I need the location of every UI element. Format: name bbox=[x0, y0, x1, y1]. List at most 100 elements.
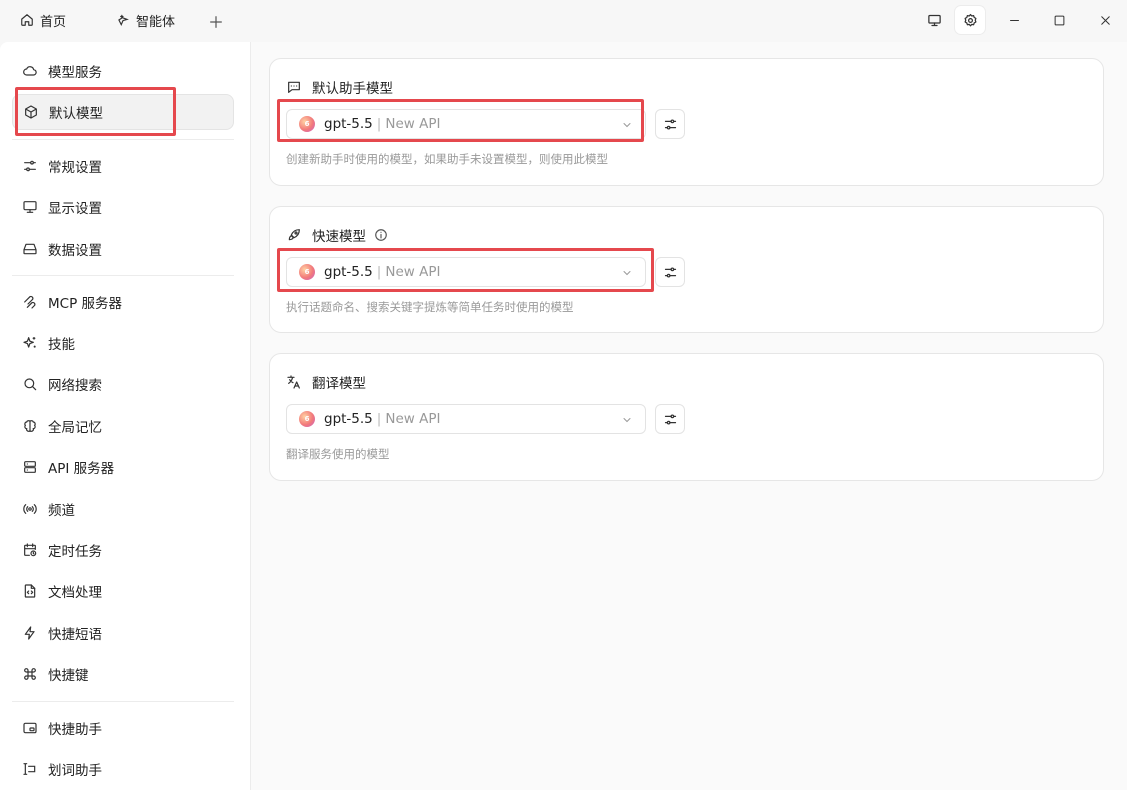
minimize-button[interactable] bbox=[999, 6, 1029, 34]
sidebar-item-label: 划词助手 bbox=[48, 763, 102, 779]
model-name: gpt-5.5 bbox=[324, 116, 373, 132]
sidebar-item-label: 数据设置 bbox=[48, 243, 102, 259]
model-settings-button[interactable] bbox=[655, 257, 685, 287]
sidebar-item-label: 显示设置 bbox=[48, 201, 102, 217]
sidebar-item-label: API 服务器 bbox=[48, 461, 115, 477]
card-hint: 创建新助手时使用的模型，如果助手未设置模型，则使用此模型 bbox=[286, 152, 608, 166]
model-select[interactable]: 6 gpt-5.5 | New API bbox=[286, 404, 646, 434]
card-title-label: 默认助手模型 bbox=[312, 81, 393, 97]
sidebar-divider bbox=[12, 275, 234, 276]
new-tab-button[interactable] bbox=[208, 10, 224, 34]
tab-agent-label: 智能体 bbox=[136, 14, 176, 30]
tab-agent[interactable]: 智能体 bbox=[116, 8, 175, 32]
sidebar-item-global-memory[interactable]: 全局记忆 bbox=[12, 408, 234, 444]
model-name: gpt-5.5 bbox=[324, 264, 373, 280]
sidebar-divider bbox=[12, 139, 234, 140]
settings-icon bbox=[964, 13, 976, 26]
settings-button[interactable] bbox=[955, 6, 985, 34]
sidebar-item-label: 定时任务 bbox=[48, 544, 102, 560]
sidebar-item-label: 默认模型 bbox=[49, 106, 103, 122]
maximize-icon bbox=[1054, 15, 1064, 25]
sidebar-item-label: 快捷助手 bbox=[48, 722, 102, 738]
card-title: 翻译模型 bbox=[286, 372, 366, 392]
model-provider: New API bbox=[385, 116, 441, 132]
chat-bubble-icon bbox=[288, 81, 300, 93]
tab-home[interactable]: 首页 bbox=[20, 8, 66, 32]
app-window-icon bbox=[23, 722, 37, 734]
tab-home-label: 首页 bbox=[40, 14, 67, 30]
maximize-button[interactable] bbox=[1044, 6, 1074, 34]
sidebar-item-data-settings[interactable]: 数据设置 bbox=[12, 231, 234, 267]
translate-model-card: 翻译模型 6 gpt-5.5 | New API 翻译服务使用的模型 bbox=[269, 353, 1104, 481]
sidebar-item-display-settings[interactable]: 显示设置 bbox=[12, 189, 234, 225]
plus-icon bbox=[210, 16, 222, 28]
text-select-icon bbox=[23, 763, 36, 775]
sidebar-item-default-model[interactable]: 默认模型 bbox=[12, 94, 234, 130]
sidebar-item-web-search[interactable]: 网络搜索 bbox=[12, 366, 234, 402]
model-separator: | bbox=[376, 116, 382, 132]
model-provider-logo-icon: 6 bbox=[299, 264, 315, 280]
sidebar-item-label: 频道 bbox=[48, 503, 75, 519]
minimize-icon bbox=[1009, 19, 1019, 21]
info-icon[interactable] bbox=[374, 228, 388, 242]
model-provider: New API bbox=[385, 411, 441, 427]
model-select[interactable]: 6 gpt-5.5 | New API bbox=[286, 109, 646, 139]
main-content: 默认助手模型 6 gpt-5.5 | New API 创建新助手时使用的模型，如… bbox=[251, 42, 1127, 790]
card-hint: 执行话题命名、搜索关键字提炼等简单任务时使用的模型 bbox=[286, 300, 574, 314]
chevron-down-icon bbox=[623, 418, 631, 423]
model-settings-button[interactable] bbox=[655, 109, 685, 139]
sidebar-item-api-server[interactable]: API 服务器 bbox=[12, 449, 234, 485]
sidebar-item-channels[interactable]: 频道 bbox=[12, 491, 234, 527]
command-icon bbox=[24, 668, 36, 680]
brain-icon bbox=[24, 420, 36, 432]
sidebar-item-label: 快捷短语 bbox=[48, 627, 102, 643]
card-title: 默认助手模型 bbox=[286, 77, 393, 97]
display-icon bbox=[23, 201, 37, 213]
hard-drive-icon bbox=[23, 243, 37, 255]
sidebar-item-label: 快捷键 bbox=[48, 668, 89, 684]
sidebar-item-label: 常规设置 bbox=[48, 160, 102, 176]
sidebar-item-label: MCP 服务器 bbox=[48, 296, 123, 312]
chevron-down-icon bbox=[623, 271, 631, 276]
card-title-label: 快速模型 bbox=[312, 229, 366, 245]
home-icon bbox=[21, 14, 33, 26]
mcp-icon bbox=[24, 295, 36, 309]
rocket-icon bbox=[288, 229, 300, 241]
sidebar-item-quick-phrases[interactable]: 快捷短语 bbox=[12, 615, 234, 651]
sidebar-item-quick-assistant[interactable]: 快捷助手 bbox=[12, 710, 234, 746]
calendar-clock-icon bbox=[24, 543, 37, 557]
sidebar-item-mcp-server[interactable]: MCP 服务器 bbox=[12, 284, 234, 320]
sliders-icon bbox=[664, 119, 676, 129]
sidebar-item-label: 技能 bbox=[48, 337, 75, 353]
model-separator: | bbox=[376, 264, 382, 280]
sidebar-item-general-settings[interactable]: 常规设置 bbox=[12, 148, 234, 184]
sparkle-agent-icon bbox=[118, 14, 129, 27]
sidebar-item-shortcuts[interactable]: 快捷键 bbox=[12, 656, 234, 692]
sidebar-item-label: 文档处理 bbox=[48, 585, 102, 601]
chevron-down-icon bbox=[623, 123, 631, 128]
model-select[interactable]: 6 gpt-5.5 | New API bbox=[286, 257, 646, 287]
monitor-button[interactable] bbox=[919, 6, 949, 34]
sliders-icon bbox=[664, 267, 676, 277]
close-button[interactable] bbox=[1090, 6, 1120, 34]
sidebar-item-selection-assistant[interactable]: 划词助手 bbox=[12, 751, 234, 787]
model-provider-logo-icon: 6 bbox=[299, 116, 315, 132]
sidebar-item-model-service[interactable]: 模型服务 bbox=[12, 53, 234, 89]
card-title: 快速模型 bbox=[286, 225, 388, 245]
cube-icon bbox=[25, 105, 37, 119]
sidebar-item-scheduled-tasks[interactable]: 定时任务 bbox=[12, 532, 234, 568]
sidebar-item-label: 模型服务 bbox=[48, 65, 102, 81]
sidebar-item-skills[interactable]: 技能 bbox=[12, 325, 234, 361]
model-settings-button[interactable] bbox=[655, 404, 685, 434]
server-icon bbox=[24, 461, 36, 473]
settings-sidebar: 模型服务 默认模型 常规设置 显示设置 数据设置 MCP 服务器 技能 网络搜索… bbox=[0, 42, 251, 790]
monitor-icon bbox=[927, 14, 941, 26]
model-name: gpt-5.5 bbox=[324, 411, 373, 427]
file-code-icon bbox=[24, 584, 36, 598]
sidebar-item-document-processing[interactable]: 文档处理 bbox=[12, 573, 234, 609]
title-bar: 首页 智能体 bbox=[0, 0, 1127, 42]
sliders-icon bbox=[24, 160, 36, 172]
quick-model-card: 快速模型 6 gpt-5.5 | New API 执行话题命名、搜索关键字提炼等… bbox=[269, 206, 1104, 333]
default-assistant-model-card: 默认助手模型 6 gpt-5.5 | New API 创建新助手时使用的模型，如… bbox=[269, 58, 1104, 186]
translate-icon bbox=[287, 375, 300, 389]
